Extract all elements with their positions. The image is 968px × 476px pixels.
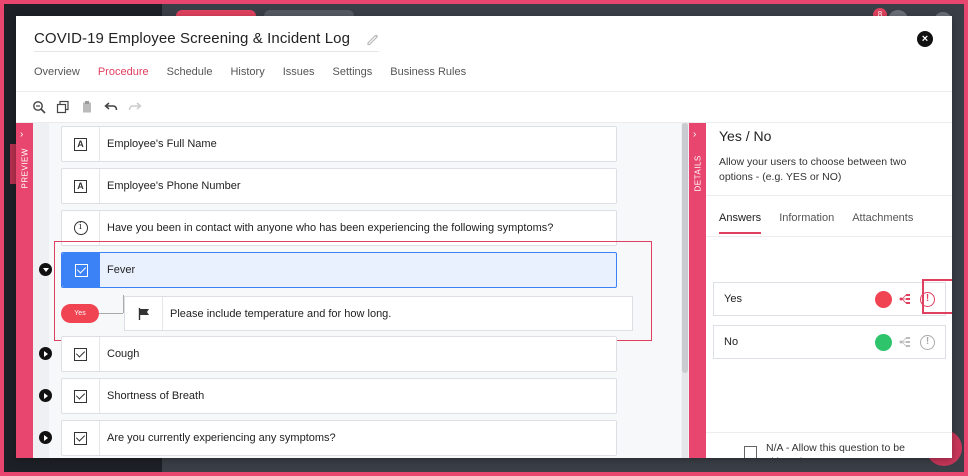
question-text-input[interactable]: Fever [100,264,135,276]
checkbox-icon [62,421,100,455]
checklist-editor-modal: COVID-19 Employee Screening & Incident L… [16,16,952,458]
answer-label[interactable]: No [714,336,875,348]
divider [706,236,952,237]
question-type-title: Yes / No [719,128,772,144]
logic-answer-pill[interactable]: Yes [61,304,99,323]
details-toggle[interactable]: › DETAILS [689,123,706,458]
copy-icon[interactable] [54,98,72,116]
flag-icon [125,297,163,330]
question-type-description: Allow your users to choose between two o… [719,156,907,183]
paste-icon[interactable] [78,98,96,116]
answer-label[interactable]: Yes [714,293,875,305]
answer-color-dot[interactable] [875,290,892,308]
zoom-icon[interactable] [30,98,48,116]
answer-color-dot[interactable] [875,333,892,351]
tab-schedule[interactable]: Schedule [167,66,213,86]
text-field-icon: A [62,169,100,203]
tab-attachments[interactable]: Attachments [852,212,913,234]
logic-connector [99,313,123,314]
text-field-icon: A [62,127,100,161]
question-text: Cough [107,348,140,360]
answer-row-yes[interactable]: Yes ! [713,282,946,316]
failed-response-icon[interactable]: ! [920,334,935,350]
question-row[interactable]: Shortness of Breath [61,378,617,414]
editor-toolbar [30,98,144,116]
details-panel: Yes / No Allow your users to choose betw… [706,123,952,458]
question-row-selected[interactable]: Fever [61,252,617,288]
question-text: Shortness of Breath [107,390,205,402]
question-row[interactable]: A Employee's Phone Number [61,168,617,204]
preview-label: PREVIEW [20,148,30,189]
chevron-right-icon: › [693,129,697,140]
tab-answers[interactable]: Answers [719,212,762,234]
expand-toggle-icon[interactable] [39,389,52,402]
question-row[interactable]: Cough [61,336,617,372]
title-underline [34,51,379,52]
collapse-toggle-icon[interactable] [39,263,52,276]
answer-row-no[interactable]: No ! [713,325,946,359]
tabs-divider [16,91,952,92]
na-checkbox[interactable] [744,446,757,458]
preview-toggle[interactable]: › PREVIEW [16,123,33,458]
close-button[interactable]: × [917,31,933,47]
logic-branch-icon[interactable] [898,335,912,349]
tab-procedure[interactable]: Procedure [98,66,149,86]
redo-icon[interactable] [126,98,144,116]
tab-information[interactable]: Information [779,212,834,234]
question-text: Are you currently experiencing any sympt… [107,432,336,444]
logic-action-row[interactable]: Please include temperature and for how l… [124,296,633,331]
na-label: N/A - Allow this question to be skipped [766,442,905,458]
expand-toggle-icon[interactable] [39,347,52,360]
scrollbar-thumb[interactable] [682,123,688,373]
tab-overview[interactable]: Overview [34,66,80,86]
undo-icon[interactable] [102,98,120,116]
main-tabs: Overview Procedure Schedule History Issu… [34,66,484,86]
question-text: Employee's Phone Number [107,180,241,192]
tab-issues[interactable]: Issues [283,66,315,86]
question-row[interactable]: Are you currently experiencing any sympt… [61,420,617,456]
logic-action-text: Please include temperature and for how l… [170,307,392,320]
tab-business-rules[interactable]: Business Rules [390,66,466,86]
checkbox-icon [62,337,100,371]
expand-toggle-icon[interactable] [39,431,52,444]
tab-history[interactable]: History [230,66,264,86]
question-row[interactable]: A Employee's Full Name [61,126,617,162]
question-text: Have you been in contact with anyone who… [107,222,554,234]
question-text: Employee's Full Name [107,138,217,150]
details-label: DETAILS [693,155,703,192]
procedure-canvas: A Employee's Full Name A Employee's Phon… [33,123,689,458]
logic-branch-icon[interactable] [898,292,912,306]
pencil-icon[interactable] [366,32,380,46]
details-tabs: Answers Information Attachments [719,212,931,234]
highlight-box [922,279,952,314]
modal-title[interactable]: COVID-19 Employee Screening & Incident L… [34,30,350,47]
tab-settings[interactable]: Settings [333,66,373,86]
chevron-right-icon: › [20,129,24,140]
checkbox-icon [62,253,100,287]
divider [706,195,952,196]
checkbox-icon [62,379,100,413]
info-icon: i [62,211,100,245]
